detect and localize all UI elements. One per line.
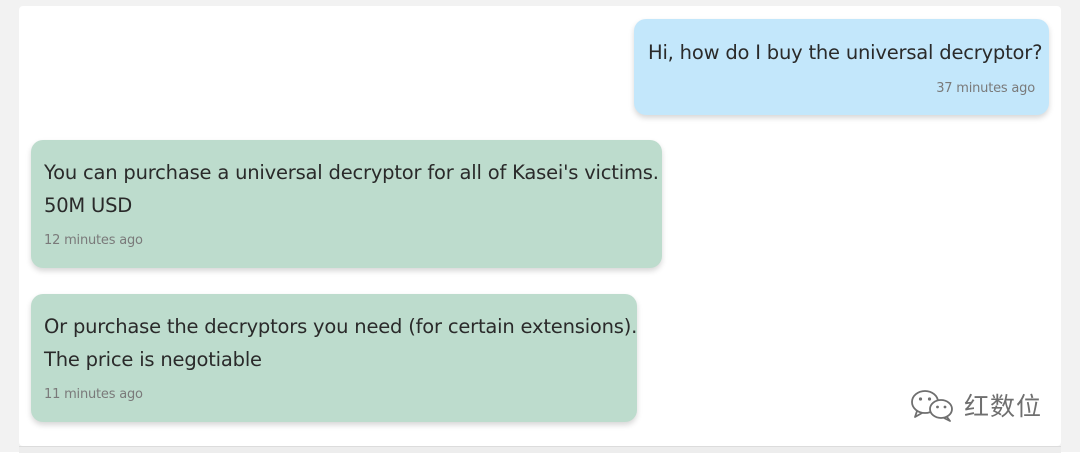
wechat-icon bbox=[908, 388, 958, 422]
message-timestamp: 12 minutes ago bbox=[44, 233, 143, 248]
message-bubble-incoming: Or purchase the decryptors you need (for… bbox=[31, 294, 637, 422]
watermark-text: 红数位 bbox=[964, 392, 1043, 421]
message-text-line: You can purchase a universal decryptor f… bbox=[44, 161, 659, 184]
message-bubble-outgoing: Hi, how do I buy the universal decryptor… bbox=[634, 19, 1049, 115]
message-timestamp: 37 minutes ago bbox=[936, 81, 1035, 96]
message-text-line: Or purchase the decryptors you need (for… bbox=[44, 315, 638, 338]
message-text: Hi, how do I buy the universal decryptor… bbox=[648, 41, 1043, 64]
message-timestamp: 11 minutes ago bbox=[44, 387, 143, 402]
watermark: 红数位 bbox=[908, 385, 1042, 425]
message-text-line: 50M USD bbox=[44, 194, 133, 217]
message-bubble-incoming: You can purchase a universal decryptor f… bbox=[31, 140, 662, 268]
chat-window: Hi, how do I buy the universal decryptor… bbox=[0, 0, 1080, 453]
message-text-line: The price is negotiable bbox=[44, 348, 262, 371]
